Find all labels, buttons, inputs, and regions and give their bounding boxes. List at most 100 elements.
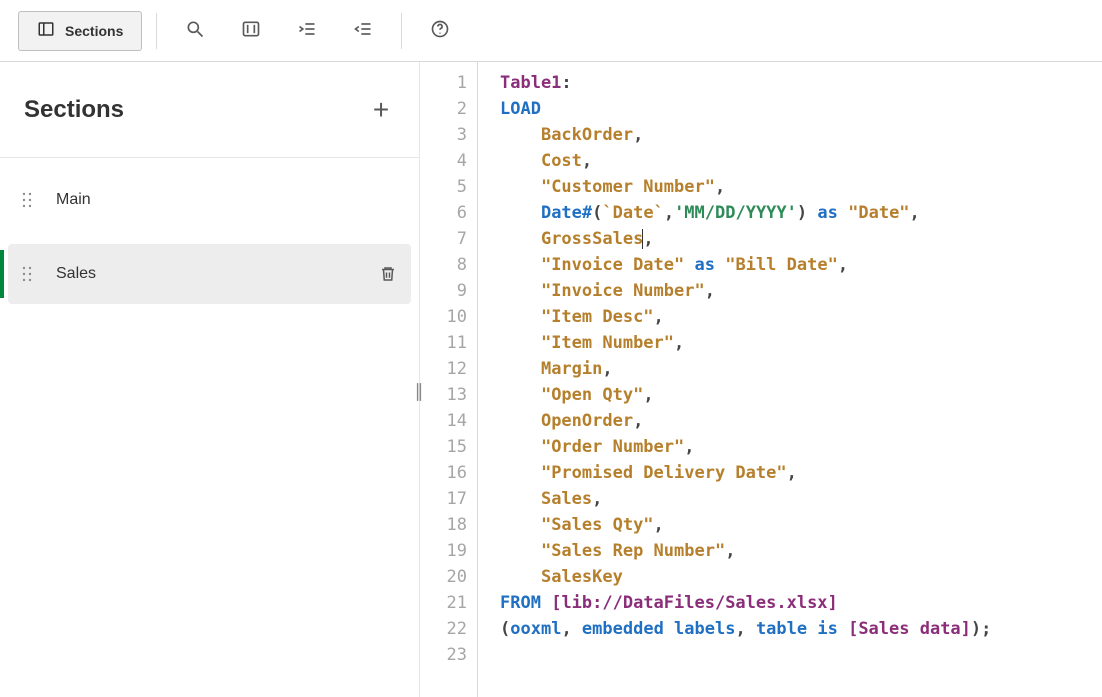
token-ident: OpenOrder: [541, 411, 633, 431]
token-punct: ,: [654, 515, 664, 535]
drag-handle-icon[interactable]: [20, 263, 34, 285]
indent-icon: [297, 19, 317, 42]
line-number: 11: [420, 330, 467, 356]
code-line: "Item Desc",: [500, 304, 1102, 330]
token-punct: ,: [592, 489, 602, 509]
code-line: "Invoice Number",: [500, 278, 1102, 304]
token-ident: Margin: [541, 359, 602, 379]
sidebar-header: Sections +: [0, 62, 419, 158]
token-ident: `Date`: [602, 203, 663, 223]
code-line: Margin,: [500, 356, 1102, 382]
sidebar-title: Sections: [24, 96, 124, 124]
code-line: BackOrder,: [500, 122, 1102, 148]
toolbar-separator: [401, 13, 402, 49]
code-line: "Promised Delivery Date",: [500, 460, 1102, 486]
code-line: SalesKey: [500, 564, 1102, 590]
code-line: Cost,: [500, 148, 1102, 174]
token-punct: ,: [725, 541, 735, 561]
line-number: 20: [420, 564, 467, 590]
line-number: 22: [420, 616, 467, 642]
code-line: "Invoice Date" as "Bill Date",: [500, 252, 1102, 278]
line-number: 4: [420, 148, 467, 174]
code-line: "Sales Rep Number",: [500, 538, 1102, 564]
sections-sidebar: Sections + MainSales ∥: [0, 62, 420, 697]
token-punct: ,: [674, 333, 684, 353]
token-keyword: table is: [756, 619, 838, 639]
code-line: [500, 642, 1102, 668]
token-ident: "Sales Rep Number": [541, 541, 725, 561]
token-punct: ,: [787, 463, 797, 483]
sidebar-resize-handle[interactable]: ∥: [413, 380, 425, 404]
token-ident: "Item Number": [541, 333, 674, 353]
line-number: 13: [420, 382, 467, 408]
line-number: 2: [420, 96, 467, 122]
script-editor[interactable]: 1234567891011121314151617181920212223 Ta…: [420, 62, 1102, 697]
token-keyword: as: [817, 203, 837, 223]
code-line: "Open Qty",: [500, 382, 1102, 408]
token-punct: ,: [561, 619, 581, 639]
token-ident: "Promised Delivery Date": [541, 463, 787, 483]
token-punct: );: [971, 619, 991, 639]
main: Sections + MainSales ∥ 12345678910111213…: [0, 62, 1102, 697]
token-punct: ,: [664, 203, 674, 223]
help-button[interactable]: [416, 11, 464, 51]
line-number: 10: [420, 304, 467, 330]
line-number: 3: [420, 122, 467, 148]
search-button[interactable]: [171, 11, 219, 51]
search-icon: [185, 19, 205, 42]
token-ident: "Customer Number": [541, 177, 715, 197]
code-line: GrossSales,: [500, 226, 1102, 252]
line-number: 18: [420, 512, 467, 538]
comment-icon: [241, 19, 261, 42]
code-line: Table1:: [500, 70, 1102, 96]
token-ident: "Date": [848, 203, 909, 223]
code-area[interactable]: Table1:LOAD BackOrder, Cost, "Customer N…: [478, 62, 1102, 697]
code-line: "Item Number",: [500, 330, 1102, 356]
line-number: 8: [420, 252, 467, 278]
line-number-gutter: 1234567891011121314151617181920212223: [420, 62, 478, 697]
add-section-button[interactable]: +: [367, 96, 395, 124]
token-punct: ,: [654, 307, 664, 327]
token-label: Table1: [500, 73, 561, 93]
indent-button[interactable]: [283, 11, 331, 51]
line-number: 19: [420, 538, 467, 564]
token-punct: ,: [643, 385, 653, 405]
token-keyword: as: [695, 255, 715, 275]
line-number: 16: [420, 460, 467, 486]
outdent-button[interactable]: [339, 11, 387, 51]
code-line: FROM [lib://DataFiles/Sales.xlsx]: [500, 590, 1102, 616]
token-ident: Cost: [541, 151, 582, 171]
token-ident: "Open Qty": [541, 385, 643, 405]
section-item[interactable]: Sales: [8, 244, 411, 304]
line-number: 12: [420, 356, 467, 382]
token-punct: ,: [838, 255, 848, 275]
token-punct: ,: [735, 619, 755, 639]
sections-toggle-button[interactable]: Sections: [18, 11, 142, 51]
token-punct: ): [797, 203, 807, 223]
token-ident: "Invoice Number": [541, 281, 705, 301]
code-line: "Customer Number",: [500, 174, 1102, 200]
panel-icon: [37, 20, 55, 41]
token-ident: "Item Desc": [541, 307, 654, 327]
code-line: Date#(`Date`,'MM/DD/YYYY') as "Date",: [500, 200, 1102, 226]
drag-handle-icon[interactable]: [20, 189, 34, 211]
toolbar-separator: [156, 13, 157, 49]
token-ident: "Sales Qty": [541, 515, 654, 535]
token-punct: ,: [582, 151, 592, 171]
toolbar: Sections: [0, 0, 1102, 62]
code-line: OpenOrder,: [500, 408, 1102, 434]
delete-section-button[interactable]: [379, 264, 399, 284]
code-line: "Sales Qty",: [500, 512, 1102, 538]
token-punct: ,: [910, 203, 920, 223]
outdent-icon: [353, 19, 373, 42]
code-line: LOAD: [500, 96, 1102, 122]
section-list: Main Sales: [0, 158, 419, 330]
token-ident: "Bill Date": [725, 255, 838, 275]
token-punct: (: [592, 203, 602, 223]
section-label: Main: [56, 191, 399, 209]
token-keyword: embedded labels: [582, 619, 736, 639]
token-ident: "Invoice Date": [541, 255, 684, 275]
token-ident: GrossSales: [541, 229, 643, 249]
section-item[interactable]: Main: [8, 170, 411, 230]
comment-button[interactable]: [227, 11, 275, 51]
